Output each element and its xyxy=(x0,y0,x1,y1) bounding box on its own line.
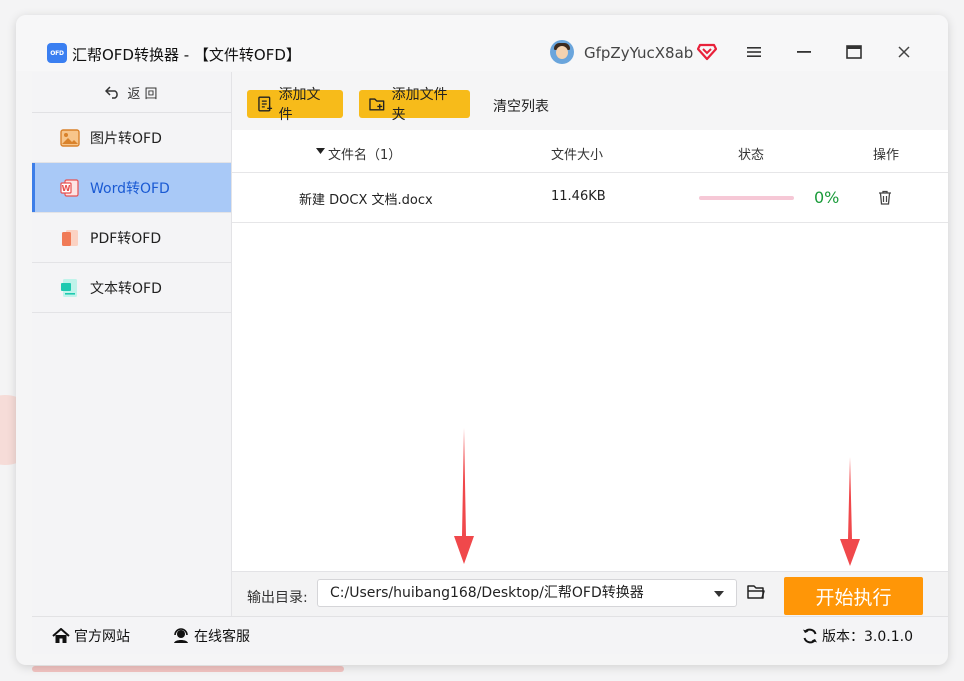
column-header-size: 文件大小 xyxy=(551,148,604,163)
sort-desc-icon[interactable] xyxy=(316,144,325,159)
annotation-arrow-down xyxy=(454,428,474,564)
sidebar: 返 回 图片转OFD W Word转OFD PDF转OFD 文本转OFD xyxy=(32,72,232,616)
refresh-icon xyxy=(803,628,817,644)
output-directory-select[interactable]: C:/Users/huibang168/Desktop/汇帮OFD转换器 xyxy=(317,579,737,607)
image-icon xyxy=(60,128,80,148)
online-support-label: 在线客服 xyxy=(194,629,250,645)
svg-text:W: W xyxy=(62,184,71,193)
add-file-button[interactable]: 添加文件 xyxy=(247,87,343,123)
progress-percent: 0% xyxy=(814,188,840,207)
window-title: 汇帮OFD转换器 - 【文件转OFD】 xyxy=(72,46,301,64)
version-info[interactable]: 版本：3.0.1.0 xyxy=(802,626,913,646)
add-file-label: 添加文件 xyxy=(278,87,321,123)
add-folder-button[interactable]: 添加文件夹 xyxy=(359,87,470,123)
sidebar-item-text-to-ofd[interactable]: 文本转OFD xyxy=(32,263,231,313)
home-icon xyxy=(52,628,70,643)
back-button[interactable]: 返 回 xyxy=(32,72,231,113)
sidebar-item-pdf-to-ofd[interactable]: PDF转OFD xyxy=(32,213,231,263)
column-header-action: 操作 xyxy=(873,148,900,163)
add-file-icon xyxy=(258,96,273,112)
sidebar-item-label: 文本转OFD xyxy=(90,280,162,297)
chevron-down-icon xyxy=(714,591,724,597)
add-folder-icon xyxy=(369,98,385,111)
sidebar-item-label: PDF转OFD xyxy=(90,230,162,247)
add-folder-label: 添加文件夹 xyxy=(391,87,448,123)
table-row[interactable]: 新建 DOCX 文档.docx 11.46KB 0% xyxy=(232,173,948,223)
annotation-arrow-down xyxy=(840,457,860,566)
file-name: 新建 DOCX 文档.docx xyxy=(299,193,433,208)
column-header-name[interactable]: 文件名（1） xyxy=(328,144,401,163)
official-website-link[interactable]: 官方网站 xyxy=(52,626,130,646)
app-logo-icon: OFD xyxy=(47,43,67,63)
user-avatar[interactable] xyxy=(550,40,574,64)
customer-service-icon xyxy=(174,628,188,643)
sidebar-item-label: Word转OFD xyxy=(90,180,170,197)
version-label: 版本：3.0.1.0 xyxy=(822,629,913,645)
progress-bar xyxy=(699,196,794,200)
browse-folder-icon[interactable] xyxy=(747,583,765,601)
maximize-icon[interactable] xyxy=(843,41,865,63)
sidebar-item-image-to-ofd[interactable]: 图片转OFD xyxy=(32,113,231,163)
minimize-icon[interactable] xyxy=(793,41,815,63)
back-arrow-icon xyxy=(105,86,119,99)
trash-icon[interactable] xyxy=(878,190,892,209)
online-support-link[interactable]: 在线客服 xyxy=(172,626,250,646)
sidebar-item-word-to-ofd[interactable]: W Word转OFD xyxy=(32,163,231,213)
title-bar: OFD 汇帮OFD转换器 - 【文件转OFD】 GfpZyYucX8ab xyxy=(16,15,948,71)
word-icon: W xyxy=(60,178,80,198)
official-website-label: 官方网站 xyxy=(74,629,130,645)
app-window: OFD 汇帮OFD转换器 - 【文件转OFD】 GfpZyYucX8ab 返 回 xyxy=(16,15,948,665)
background-decoration-bar xyxy=(32,666,344,672)
start-button[interactable]: 开始执行 xyxy=(784,577,923,615)
sidebar-item-label: 图片转OFD xyxy=(90,130,162,147)
toolbar: 添加文件 添加文件夹 清空列表 xyxy=(232,72,948,130)
table-header: 文件名（1） 文件大小 状态 操作 xyxy=(232,130,948,173)
text-icon xyxy=(60,278,80,298)
vip-diamond-icon[interactable] xyxy=(697,43,717,61)
output-bar: 输出目录: C:/Users/huibang168/Desktop/汇帮OFD转… xyxy=(232,571,948,616)
back-label: 返 回 xyxy=(127,86,158,102)
column-header-status: 状态 xyxy=(738,148,765,163)
footer: 官方网站 在线客服 版本：3.0.1.0 xyxy=(32,616,948,654)
avatar-face xyxy=(556,46,568,59)
close-icon[interactable] xyxy=(893,41,915,63)
pdf-icon xyxy=(60,228,80,248)
output-path: C:/Users/huibang168/Desktop/汇帮OFD转换器 xyxy=(330,585,644,601)
clear-list-button[interactable]: 清空列表 xyxy=(493,96,549,116)
file-size: 11.46KB xyxy=(551,189,606,204)
output-directory-label: 输出目录: xyxy=(247,590,308,606)
username[interactable]: GfpZyYucX8ab xyxy=(584,44,693,62)
menu-icon[interactable] xyxy=(743,41,765,63)
